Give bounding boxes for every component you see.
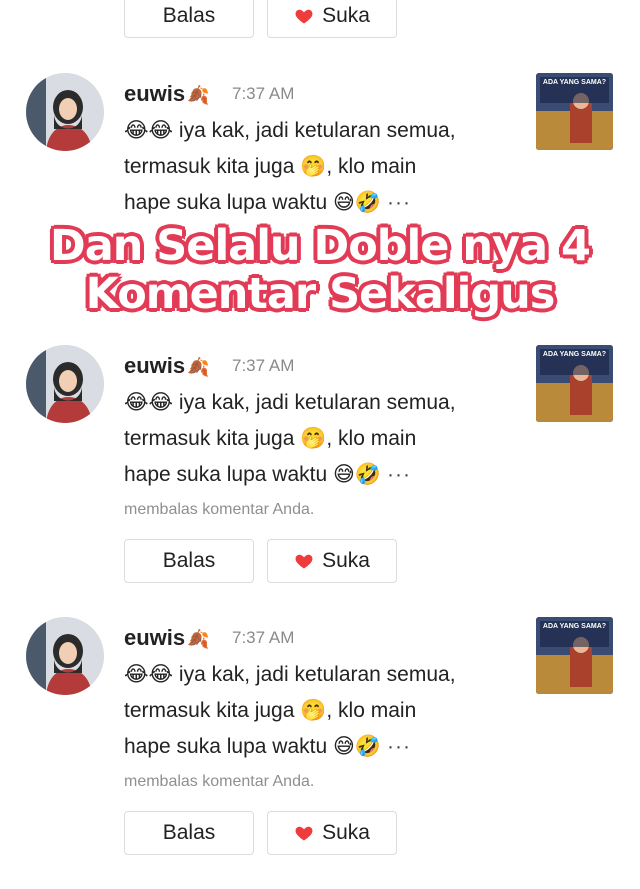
reply-label: Balas	[162, 549, 216, 572]
comment-line: 😂😂 iya kak, jadi ketularan semua,	[124, 391, 456, 414]
avatar-image	[26, 617, 104, 695]
thumbnail-caption: ADA YANG SAMA?	[542, 351, 607, 358]
reply-label: Balas	[162, 821, 216, 844]
comment-text: 😂😂 iya kak, jadi ketularan semua, termas…	[124, 657, 524, 765]
overlay-line-2: Komentar Sekaligus	[85, 269, 556, 319]
username-text: euwis	[124, 625, 186, 650]
replied-note: membalas komentar Anda.	[124, 501, 315, 518]
more-icon[interactable]: ···	[387, 463, 411, 486]
avatar[interactable]	[26, 345, 104, 423]
like-label: Suka	[322, 821, 370, 844]
avatar-image	[26, 73, 104, 151]
comment-line: termasuk kita juga 🤭, klo main	[124, 699, 417, 722]
comment-item: euwis 🍂 7:37 AM 😂😂 iya kak, jadi ketulara…	[0, 617, 640, 889]
reply-button[interactable]: Balas	[124, 811, 254, 855]
top-like-label: Suka	[322, 4, 370, 27]
timestamp: 7:37 AM	[232, 356, 295, 375]
comment-line: hape suka lupa waktu 😅🤣	[124, 191, 382, 214]
thumbnail-caption: ADA YANG SAMA?	[542, 79, 607, 86]
more-icon[interactable]: ···	[387, 191, 411, 214]
avatar-image	[26, 345, 104, 423]
top-like-button[interactable]: Suka	[267, 0, 397, 38]
heart-icon	[295, 554, 313, 569]
comment-text: 😂😂 iya kak, jadi ketularan semua, termas…	[124, 385, 524, 493]
reply-button[interactable]: Balas	[124, 539, 254, 583]
like-label: Suka	[322, 549, 370, 572]
thumbnail-caption: ADA YANG SAMA?	[542, 623, 607, 630]
top-reply-label: Balas	[162, 4, 216, 27]
comment-text: 😂😂 iya kak, jadi ketularan semua, termas…	[124, 113, 524, 221]
username[interactable]: euwis 🍂	[124, 625, 210, 651]
top-reply-button[interactable]: Balas	[124, 0, 254, 38]
timestamp: 7:37 AM	[232, 84, 295, 103]
like-button[interactable]: Suka	[267, 539, 397, 583]
video-thumbnail[interactable]: ADA YANG SAMA?	[536, 73, 613, 150]
heart-icon	[295, 9, 313, 24]
like-button[interactable]: Suka	[267, 811, 397, 855]
comment-line: 😂😂 iya kak, jadi ketularan semua,	[124, 119, 456, 142]
overlay-line-1: Dan Selalu Doble nya 4	[50, 221, 591, 271]
username-text: euwis	[124, 353, 186, 378]
comment-line: hape suka lupa waktu 😅🤣	[124, 735, 382, 758]
username[interactable]: euwis 🍂	[124, 81, 210, 107]
comment-line: 😂😂 iya kak, jadi ketularan semua,	[124, 663, 456, 686]
comment-item: euwis 🍂 7:37 AM 😂😂 iya kak, jadi ketulara…	[0, 345, 640, 617]
leaf-icon: 🍂	[187, 629, 210, 649]
overlay-caption: Dan Selalu Doble nya 4 Komentar Sekaligu…	[0, 222, 640, 318]
video-thumbnail[interactable]: ADA YANG SAMA?	[536, 617, 613, 694]
heart-icon	[295, 826, 313, 841]
comment-line: hape suka lupa waktu 😅🤣	[124, 463, 382, 486]
leaf-icon: 🍂	[187, 85, 210, 105]
timestamp: 7:37 AM	[232, 628, 295, 647]
avatar[interactable]	[26, 617, 104, 695]
comment-line: termasuk kita juga 🤭, klo main	[124, 155, 417, 178]
username[interactable]: euwis 🍂	[124, 353, 210, 379]
avatar[interactable]	[26, 73, 104, 151]
replied-note: membalas komentar Anda.	[124, 773, 315, 790]
video-thumbnail[interactable]: ADA YANG SAMA?	[536, 345, 613, 422]
comment-line: termasuk kita juga 🤭, klo main	[124, 427, 417, 450]
more-icon[interactable]: ···	[387, 735, 411, 758]
username-text: euwis	[124, 81, 186, 106]
leaf-icon: 🍂	[187, 357, 210, 377]
